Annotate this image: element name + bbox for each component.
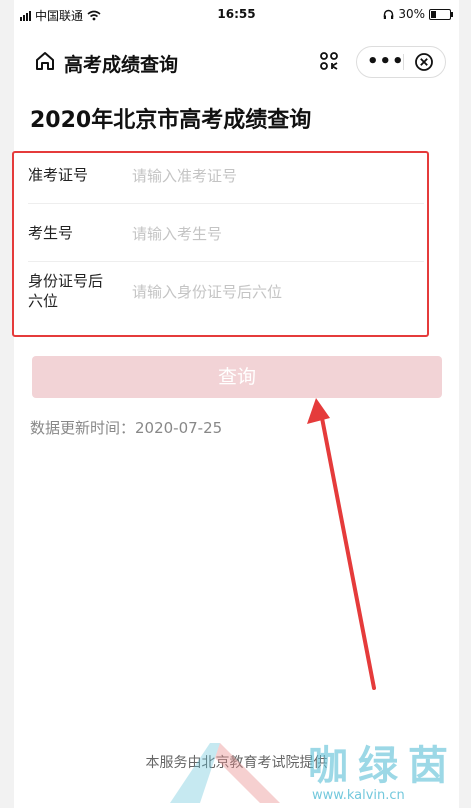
id-last-six-row: 身份证号后六位 xyxy=(28,271,418,315)
page-title: 2020年北京市高考成绩查询 xyxy=(30,108,312,133)
battery-percent: 30% xyxy=(398,7,425,21)
capsule-menu: ••• xyxy=(356,46,446,78)
scan-icon[interactable] xyxy=(318,50,340,72)
close-circle-icon[interactable] xyxy=(413,51,435,73)
query-form: 准考证号 考生号 身份证号后六位 xyxy=(12,151,429,337)
id-last-six-input[interactable] xyxy=(130,279,414,305)
id-last-six-label: 身份证号后六位 xyxy=(28,272,104,310)
more-icon[interactable]: ••• xyxy=(367,51,405,72)
update-time: 数据更新时间：2020-07-25 xyxy=(30,419,223,437)
candidate-number-row: 考生号 xyxy=(28,221,418,259)
query-button[interactable]: 查询 xyxy=(32,356,442,398)
admission-number-row: 准考证号 xyxy=(28,163,418,201)
watermark-url: www.kalvin.cn xyxy=(312,788,405,803)
navigation-bar: 高考成绩查询 ••• xyxy=(14,40,459,84)
admission-number-label: 准考证号 xyxy=(28,166,89,184)
field-divider xyxy=(28,261,424,262)
battery-icon xyxy=(429,8,453,20)
watermark-text: 咖绿茵 xyxy=(308,743,458,789)
watermark-logo xyxy=(170,743,280,803)
candidate-number-input[interactable] xyxy=(130,221,414,247)
home-icon[interactable] xyxy=(34,50,56,72)
candidate-number-label: 考生号 xyxy=(28,224,74,242)
field-divider xyxy=(28,203,424,204)
status-bar: 中国联通 16:55 30% xyxy=(14,0,459,28)
capsule-divider xyxy=(403,54,404,70)
headphones-icon xyxy=(384,9,394,19)
nav-title: 高考成绩查询 xyxy=(64,54,179,76)
mini-program-page: 中国联通 16:55 30% 高考成绩查询 ••• 2020年北京市高考成绩查询… xyxy=(12,0,459,808)
admission-number-input[interactable] xyxy=(130,163,414,189)
